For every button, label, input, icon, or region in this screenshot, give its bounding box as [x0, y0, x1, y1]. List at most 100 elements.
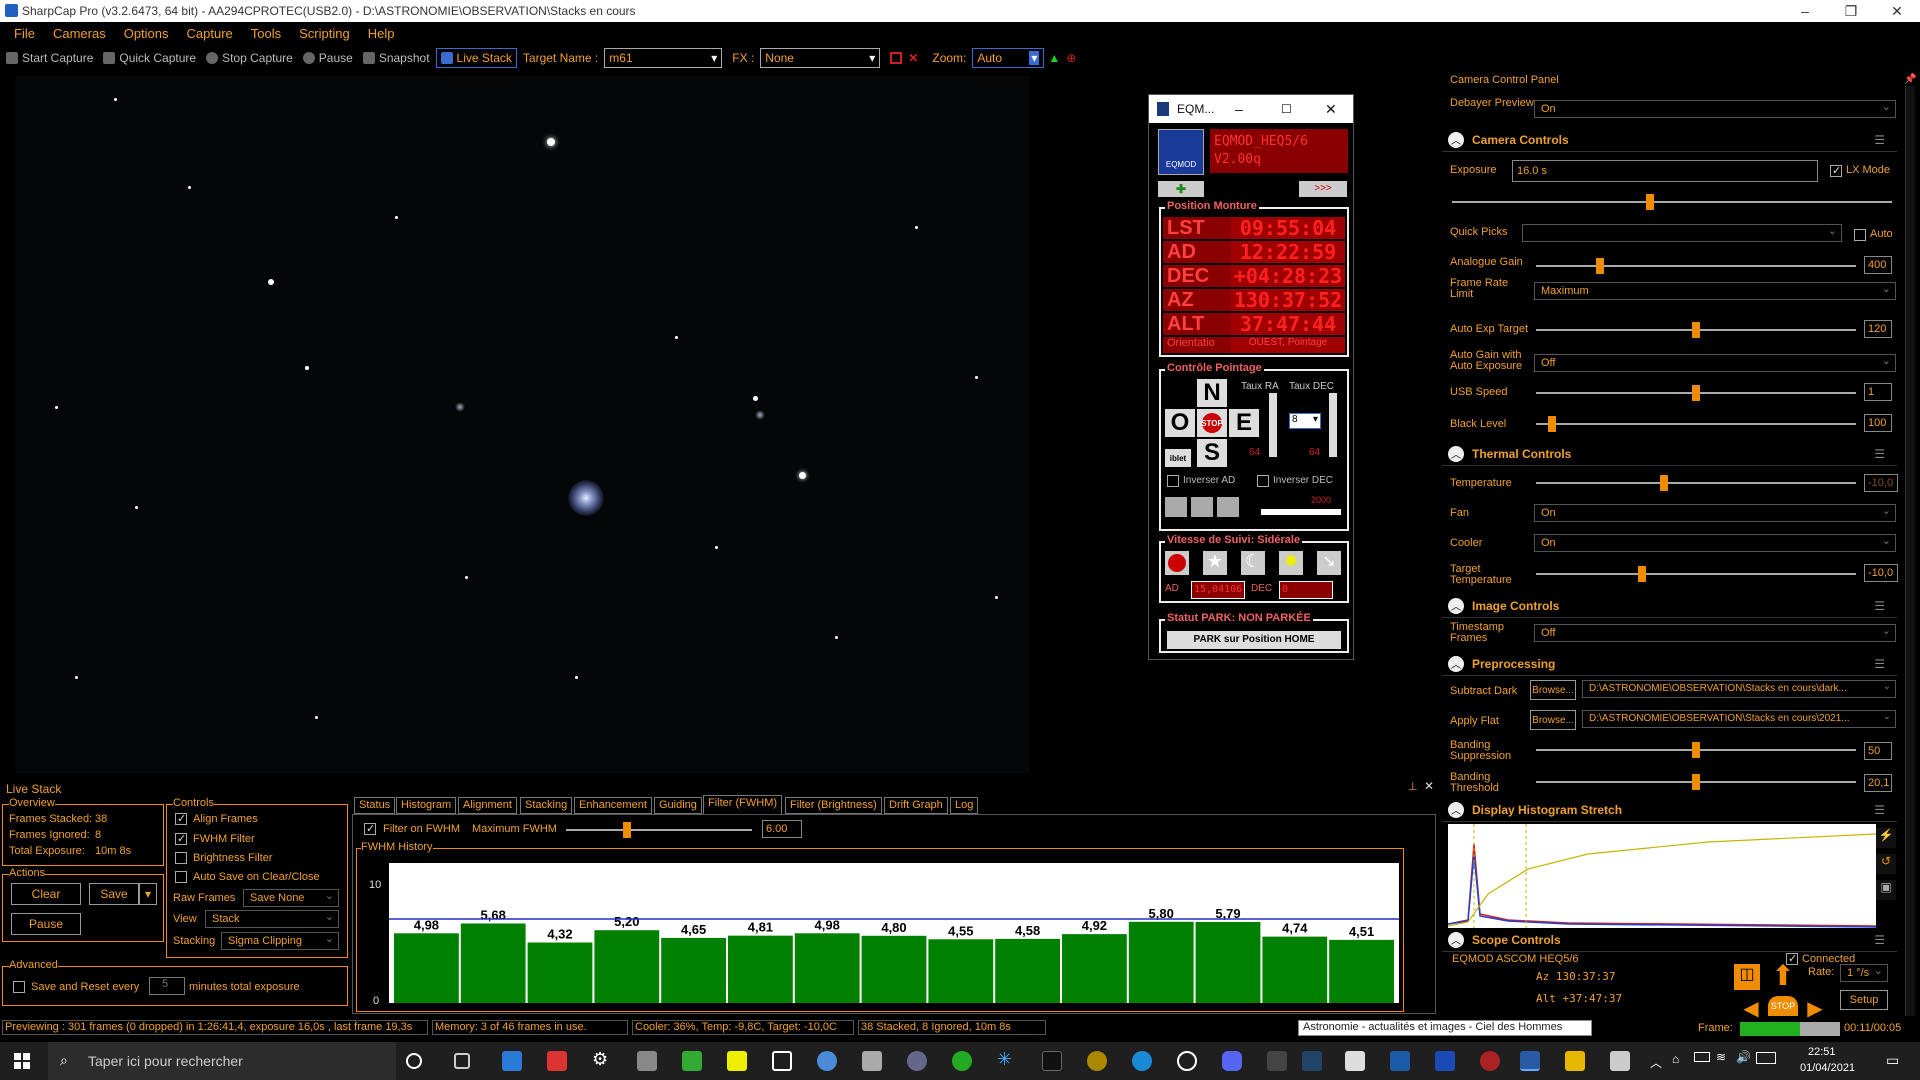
- timestamp-select[interactable]: Off: [1534, 623, 1896, 642]
- usb-speed-value[interactable]: 1: [1864, 383, 1892, 401]
- app-icon[interactable]: [907, 1051, 927, 1071]
- volume-icon[interactable]: 🔊: [1736, 1050, 1751, 1064]
- clear-button[interactable]: Clear: [11, 883, 81, 905]
- ra-rate-slider[interactable]: [1269, 393, 1277, 457]
- eqmod-window[interactable]: EQM... – ☐ ✕ EQMOD EQMOD_HEQ5/6 V2.00q ✚…: [1148, 94, 1354, 660]
- menu-icon[interactable]: ☰: [1874, 933, 1885, 947]
- debayer-select[interactable]: On: [1534, 99, 1896, 118]
- tracking-dec-input[interactable]: 0: [1279, 581, 1333, 599]
- solar-sun-icon[interactable]: ✹: [1279, 551, 1303, 575]
- app-icon[interactable]: [637, 1051, 657, 1071]
- app-icon[interactable]: [1087, 1051, 1107, 1071]
- exposure-slider[interactable]: [1452, 201, 1892, 203]
- menu-help[interactable]: Help: [368, 26, 395, 41]
- tray-chevron-icon[interactable]: ︿: [1650, 1054, 1662, 1071]
- cortana-icon[interactable]: [406, 1053, 422, 1069]
- black-level-thumb[interactable]: [1548, 416, 1556, 432]
- auto-exp-target-thumb[interactable]: [1692, 322, 1700, 338]
- app-icon[interactable]: [1302, 1051, 1322, 1071]
- raw-frames-select[interactable]: Save None: [243, 888, 339, 907]
- menu-icon[interactable]: ☰: [1874, 447, 1885, 461]
- keyboard-icon[interactable]: [1756, 1052, 1776, 1064]
- minimize-icon[interactable]: –: [1782, 0, 1828, 22]
- banding-suppression-thumb[interactable]: [1692, 742, 1700, 758]
- preprocessing-header[interactable]: ︿ Preprocessing ☰: [1442, 652, 1897, 676]
- auto-exp-target-value[interactable]: 120: [1864, 320, 1892, 338]
- align-frames-checkbox[interactable]: [175, 812, 187, 825]
- scope-controls-header[interactable]: ︿ Scope Controls ☰: [1442, 928, 1897, 952]
- app-icon[interactable]: [817, 1051, 837, 1071]
- app-icon[interactable]: [1042, 1051, 1062, 1071]
- histogram-stretch-header[interactable]: ︿ Display Histogram Stretch ☰: [1442, 798, 1897, 822]
- close-icon[interactable]: ✕: [1325, 101, 1337, 118]
- app-icon[interactable]: [772, 1051, 792, 1071]
- close-icon[interactable]: ✕: [1424, 779, 1434, 793]
- view-select[interactable]: Stack: [205, 909, 339, 928]
- histogram-stretch-graph[interactable]: [1448, 824, 1876, 928]
- rate-select[interactable]: 8 ▾: [1289, 413, 1321, 429]
- pause-stack-button[interactable]: Pause: [11, 913, 81, 935]
- stop-capture-button[interactable]: Stop Capture: [206, 51, 293, 65]
- stacking-select[interactable]: Sigma Clipping: [221, 931, 339, 950]
- quick-capture-button[interactable]: Quick Capture: [103, 51, 196, 65]
- wix-icon[interactable]: [1345, 1051, 1365, 1071]
- south-button[interactable]: S: [1197, 439, 1227, 467]
- app-icon[interactable]: [952, 1051, 972, 1071]
- discord-icon[interactable]: [1222, 1051, 1242, 1071]
- lx-mode-checkbox[interactable]: [1830, 164, 1842, 177]
- scope-spiral-icon[interactable]: ◫: [1734, 964, 1760, 990]
- app-icon[interactable]: [1435, 1051, 1455, 1071]
- tab-guiding[interactable]: Guiding: [654, 797, 702, 814]
- brightness-filter-checkbox[interactable]: [175, 852, 187, 864]
- custom-rate-icon[interactable]: ↘: [1317, 551, 1341, 575]
- tab-alignment[interactable]: Alignment: [458, 797, 517, 814]
- max-fwhm-thumb[interactable]: [623, 822, 632, 838]
- record-icon[interactable]: [890, 52, 903, 64]
- camera-controls-header[interactable]: ︿ Camera Controls ☰: [1442, 128, 1897, 152]
- reset-minutes-input[interactable]: 5: [149, 977, 185, 995]
- add-icon[interactable]: ✚: [1158, 181, 1204, 197]
- fwhm-filter-checkbox[interactable]: [175, 832, 187, 845]
- edge-icon[interactable]: [1132, 1051, 1152, 1071]
- scope-up-arrow-icon[interactable]: ⬆: [1768, 962, 1798, 990]
- lunar-moon-icon[interactable]: ☾: [1241, 551, 1265, 575]
- sticky-notes-icon[interactable]: [727, 1051, 747, 1071]
- app-icon[interactable]: [1267, 1051, 1287, 1071]
- north-button[interactable]: N: [1197, 379, 1227, 407]
- scale-slider[interactable]: [1261, 509, 1341, 515]
- app-icon[interactable]: [862, 1051, 882, 1071]
- camera-image-view[interactable]: [15, 76, 1030, 773]
- network-icon[interactable]: ⌂: [1672, 1052, 1679, 1066]
- gain-slider-thumb[interactable]: [1596, 258, 1604, 274]
- sharpcap-icon[interactable]: [1520, 1051, 1540, 1071]
- menu-capture[interactable]: Capture: [187, 26, 233, 41]
- menu-options[interactable]: Options: [124, 26, 169, 41]
- menu-icon[interactable]: ☰: [1874, 657, 1885, 671]
- windows-start-icon[interactable]: [14, 1053, 30, 1069]
- cross-icon[interactable]: ✕: [908, 51, 918, 65]
- gain-value[interactable]: 400: [1864, 256, 1892, 274]
- usb-speed-thumb[interactable]: [1692, 385, 1700, 401]
- frame-rate-limit-select[interactable]: Maximum: [1534, 281, 1896, 300]
- maximize-icon[interactable]: ☐: [1281, 102, 1292, 116]
- invert-ad-checkbox[interactable]: [1167, 475, 1179, 487]
- save-button[interactable]: Save: [89, 883, 139, 905]
- binoculars-icon[interactable]: [1165, 497, 1187, 517]
- menu-icon[interactable]: ☰: [1874, 133, 1885, 147]
- teamspeak-icon[interactable]: [1390, 1051, 1410, 1071]
- grid-icon[interactable]: [1191, 497, 1213, 517]
- thermal-controls-header[interactable]: ︿ Thermal Controls ☰: [1442, 442, 1897, 466]
- app-icon[interactable]: [1480, 1051, 1500, 1071]
- scope-right-arrow-icon[interactable]: ▶: [1800, 996, 1830, 1020]
- menu-file[interactable]: File: [14, 26, 35, 41]
- tab-stacking[interactable]: Stacking: [520, 797, 573, 814]
- sidereal-button[interactable]: iblet: [1165, 449, 1191, 467]
- auto-checkbox[interactable]: [1854, 229, 1866, 241]
- gain-slider[interactable]: [1536, 265, 1856, 267]
- filter-on-fwhm-checkbox[interactable]: [364, 822, 376, 835]
- file-explorer-icon[interactable]: [1565, 1051, 1585, 1071]
- menu-icon[interactable]: ☰: [1874, 599, 1885, 613]
- scope-left-arrow-icon[interactable]: ◀: [1736, 996, 1766, 1020]
- auto-save-checkbox[interactable]: [175, 871, 187, 883]
- wifi-icon[interactable]: ≋: [1716, 1050, 1726, 1064]
